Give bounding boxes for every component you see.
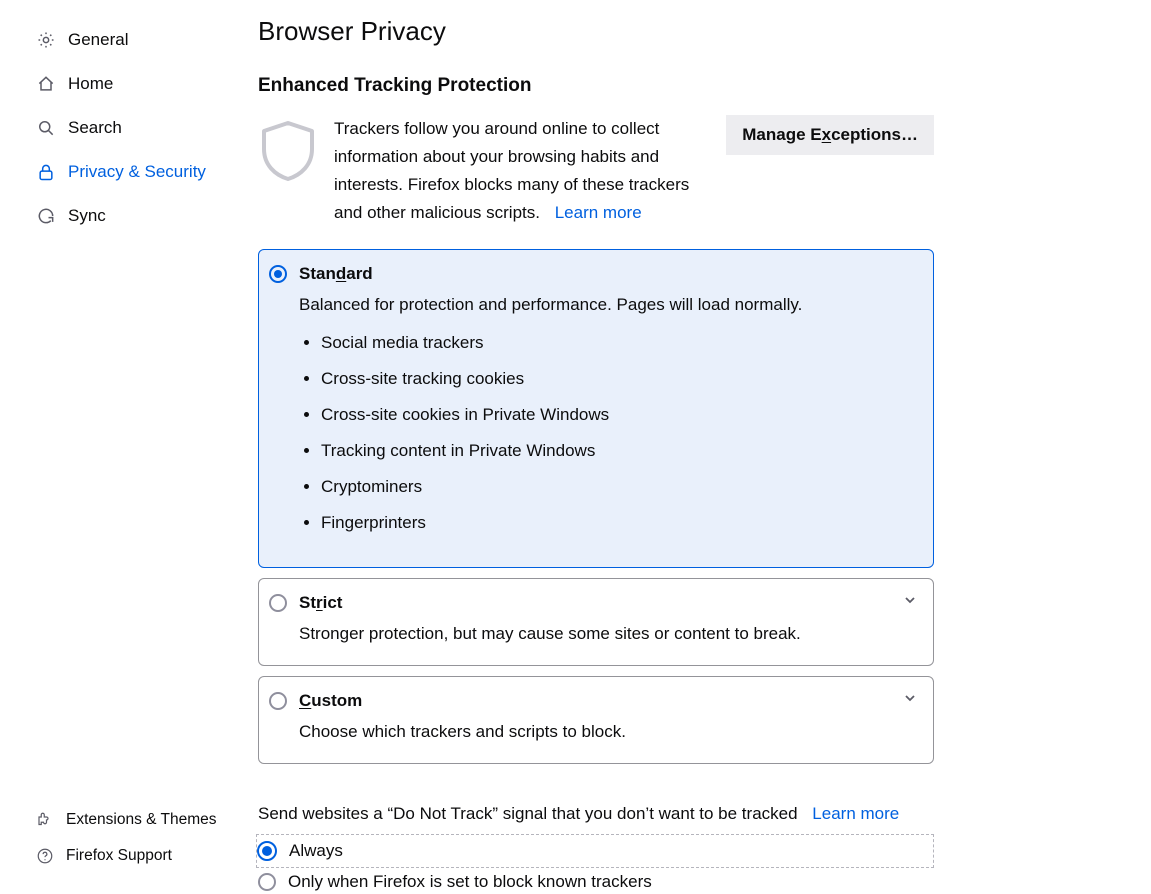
dnt-option-known[interactable]: Only when Firefox is set to block known … [258,868,934,894]
sidebar-item-privacy[interactable]: Privacy & Security [0,150,258,194]
radio-label-custom: Custom [299,691,362,711]
sync-icon [36,206,56,226]
sidebar-item-label: Search [68,118,122,138]
sidebar-item-label: Sync [68,206,106,226]
tracking-level-custom[interactable]: Custom Choose which trackers and scripts… [258,676,934,764]
radio-dnt-always[interactable] [257,841,277,861]
page-title: Browser Privacy [258,16,934,47]
sidebar-item-search[interactable]: Search [0,106,258,150]
chevron-down-icon[interactable] [903,593,917,607]
radio-strict[interactable] [269,594,287,612]
manage-exceptions-button[interactable]: Manage Exceptions… [726,115,934,155]
tracking-level-strict[interactable]: Strict Stronger protection, but may caus… [258,578,934,666]
lock-icon [36,162,56,182]
sidebar-item-general[interactable]: General [0,18,258,62]
shield-icon [258,119,318,183]
sidebar-item-label: Extensions & Themes [66,811,216,829]
home-icon [36,74,56,94]
dnt-always-label: Always [289,841,343,861]
help-icon [36,847,54,865]
standard-feature-list: Social media trackers Cross-site trackin… [321,333,917,533]
list-item: Cross-site cookies in Private Windows [321,405,917,425]
sidebar-item-label: General [68,30,128,50]
radio-label-standard: Standard [299,264,373,284]
list-item: Cross-site tracking cookies [321,369,917,389]
radio-custom[interactable] [269,692,287,710]
puzzle-icon [36,811,54,829]
sidebar-item-support[interactable]: Firefox Support [0,838,258,874]
list-item: Tracking content in Private Windows [321,441,917,461]
chevron-down-icon[interactable] [903,691,917,705]
radio-sub-strict: Stronger protection, but may cause some … [299,621,917,647]
sidebar-item-label: Privacy & Security [68,162,206,182]
list-item: Social media trackers [321,333,917,353]
search-icon [36,118,56,138]
section-heading: Enhanced Tracking Protection [258,75,934,97]
learn-more-link[interactable]: Learn more [555,203,642,222]
tracking-level-standard[interactable]: Standard Balanced for protection and per… [258,249,934,567]
main-content: Browser Privacy Enhanced Tracking Protec… [258,0,958,894]
sidebar-item-sync[interactable]: Sync [0,194,258,238]
sidebar-item-label: Firefox Support [66,847,172,865]
radio-standard[interactable] [269,265,287,283]
radio-sub-custom: Choose which trackers and scripts to blo… [299,719,917,745]
dnt-known-label: Only when Firefox is set to block known … [288,872,652,892]
dnt-description: Send websites a “Do Not Track” signal th… [258,804,934,824]
radio-sub-standard: Balanced for protection and performance.… [299,292,917,318]
list-item: Fingerprinters [321,513,917,533]
gear-icon [36,30,56,50]
dnt-learn-more-link[interactable]: Learn more [812,804,899,823]
list-item: Cryptominers [321,477,917,497]
sidebar-item-extensions[interactable]: Extensions & Themes [0,802,258,838]
radio-dnt-known[interactable] [258,873,276,891]
sidebar-item-label: Home [68,74,113,94]
sidebar-item-home[interactable]: Home [0,62,258,106]
radio-label-strict: Strict [299,593,342,613]
dnt-option-always[interactable]: Always [256,834,934,868]
sidebar: General Home Search [0,0,258,894]
